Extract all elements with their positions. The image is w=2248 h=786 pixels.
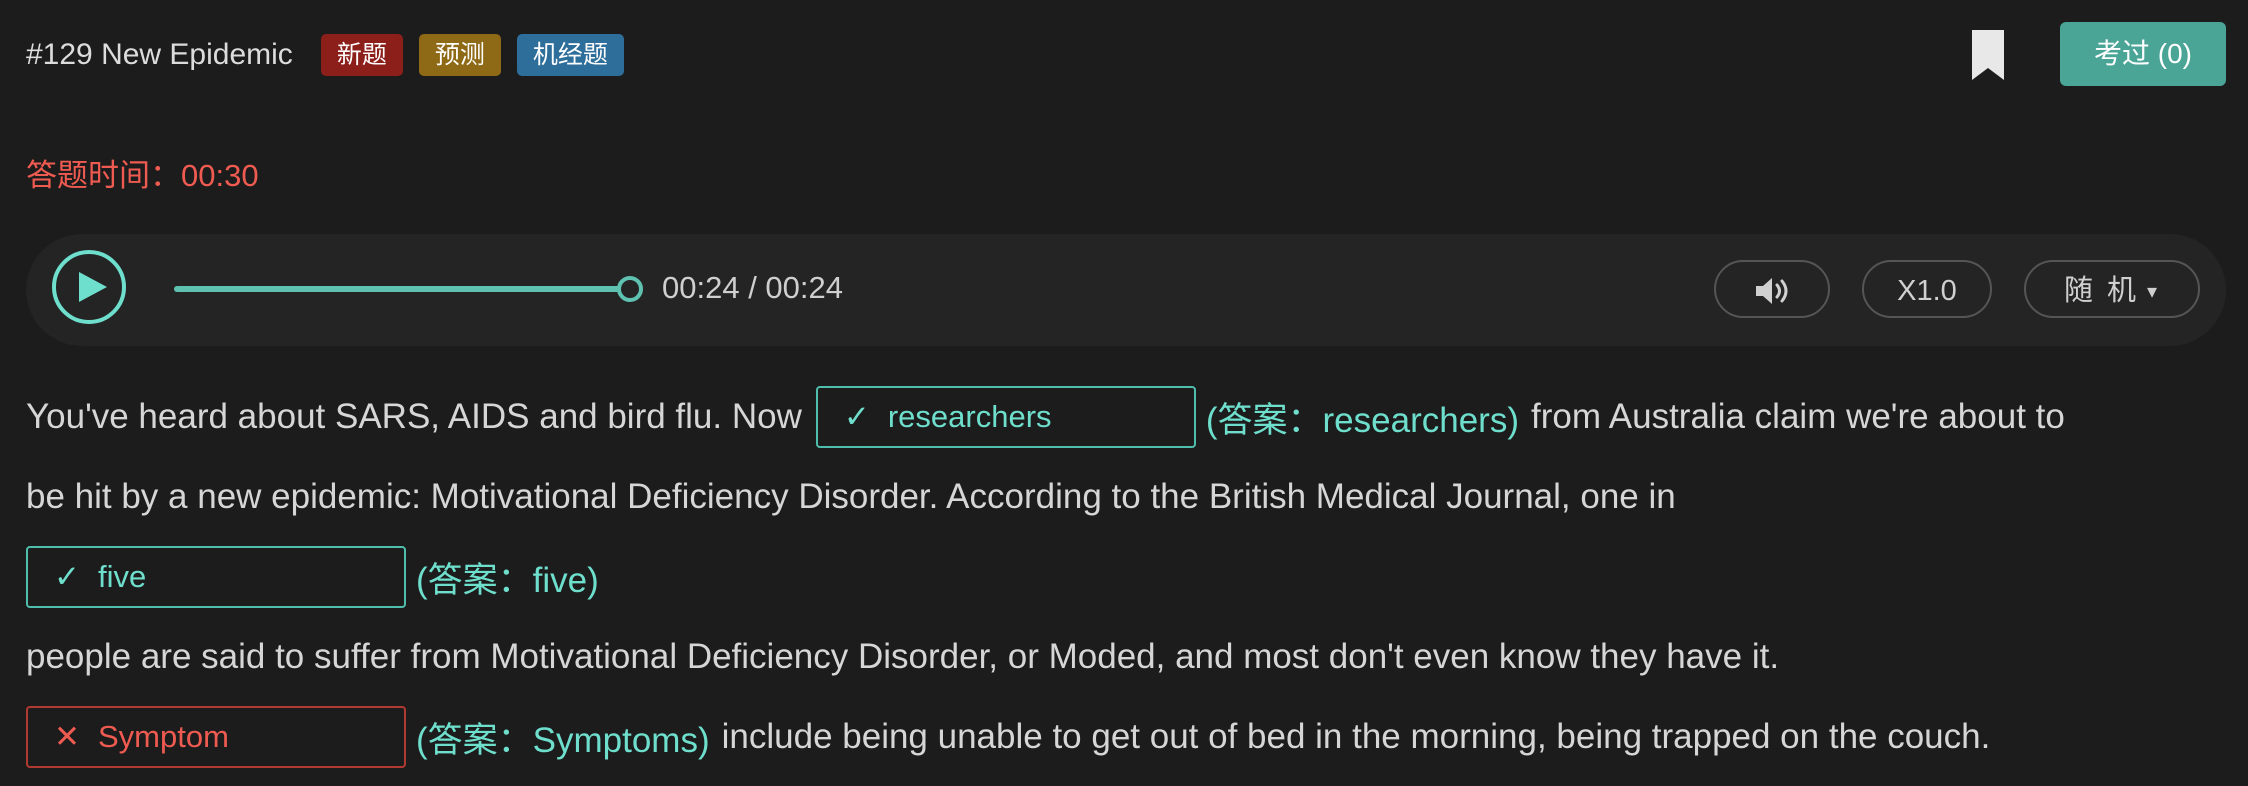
- passage-text: people are said to suffer from Motivatio…: [26, 637, 1780, 676]
- passage-text: from Australia claim we're about to: [1530, 397, 2065, 436]
- tag-jijing: 机经题: [516, 34, 624, 76]
- progress-track[interactable]: [174, 276, 643, 302]
- question-title: #129 New Epidemic: [26, 38, 293, 71]
- answer-input-3[interactable]: ✕ Symptom: [26, 706, 406, 768]
- bookmark-icon[interactable]: [1972, 30, 2004, 80]
- progress-fill: [174, 286, 630, 292]
- play-icon: [79, 272, 107, 302]
- answer-timer: 答题时间：00:30: [26, 158, 259, 193]
- passage-text: You've heard about SARS, AIDS and bird f…: [26, 397, 802, 436]
- passage-line-2: be hit by a new epidemic: Motivational D…: [26, 475, 1676, 519]
- play-button[interactable]: [52, 250, 126, 324]
- answer-input-value: researchers: [887, 399, 1052, 434]
- correct-answer-2: (答案：five): [416, 560, 599, 600]
- tag-predict: 预测: [418, 34, 501, 76]
- passage-text: include being unable to get out of bed i…: [721, 717, 1991, 756]
- answer-input-value: Symptom: [97, 719, 229, 754]
- close-icon: ✕: [54, 719, 80, 754]
- tag-new: 新题: [320, 34, 403, 76]
- answer-input-2[interactable]: ✓ five: [26, 546, 406, 608]
- speed-button[interactable]: X1.0: [1862, 260, 1992, 318]
- passage-line-3: ✓ five (答案：five): [26, 546, 611, 608]
- question-header: #129 New Epidemic 新题 预测 机经题: [26, 30, 640, 80]
- correct-answer-3: (答案：Symptoms): [416, 720, 710, 760]
- answer-input-1[interactable]: ✓ researchers: [815, 386, 1196, 448]
- passed-count-button[interactable]: 考过 (0): [2060, 22, 2226, 86]
- passage-line-4: people are said to suffer from Motivatio…: [26, 635, 1779, 679]
- check-icon: ✓: [843, 399, 870, 434]
- answer-input-value: five: [97, 559, 147, 594]
- check-icon: ✓: [54, 559, 80, 594]
- volume-icon: [1756, 278, 1788, 304]
- play-mode-label: 随 机: [2063, 275, 2139, 307]
- chevron-down-icon: ▾: [2147, 281, 2161, 303]
- progress-thumb[interactable]: [617, 276, 643, 302]
- passage-text: be hit by a new epidemic: Motivational D…: [26, 477, 1676, 516]
- passage-line-5: ✕ Symptom (答案：Symptoms) include being un…: [26, 706, 1990, 768]
- passage-line-1: You've heard about SARS, AIDS and bird f…: [26, 386, 2065, 448]
- volume-button[interactable]: [1714, 260, 1830, 318]
- audio-player: 00:24 / 00:24 X1.0 随 机 ▾: [26, 234, 2226, 346]
- correct-answer-1: (答案：researchers): [1205, 400, 1519, 440]
- play-mode-select[interactable]: 随 机 ▾: [2024, 260, 2200, 318]
- time-display: 00:24 / 00:24: [662, 270, 843, 305]
